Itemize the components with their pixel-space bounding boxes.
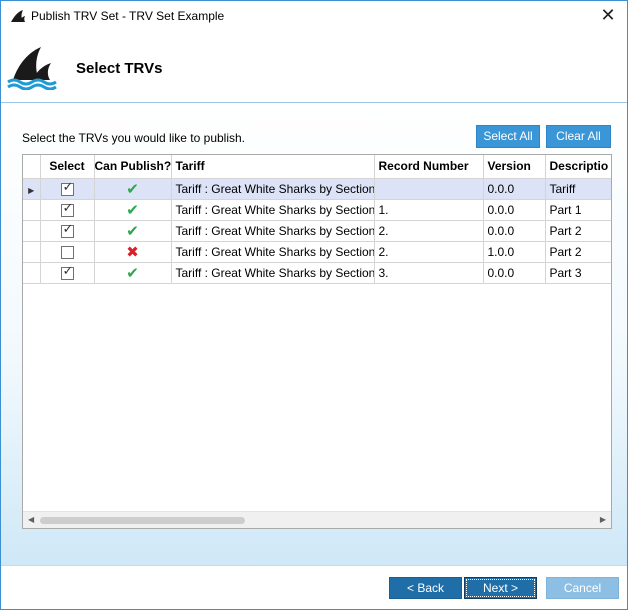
check-icon: ✔ <box>126 263 139 282</box>
row-header[interactable] <box>23 262 41 284</box>
description-cell: Part 2 <box>545 241 611 263</box>
table-row[interactable]: ✓ ✔ Tariff : Great White Sharks by Section… <box>23 262 611 284</box>
version-cell: 0.0.0 <box>483 199 546 221</box>
select-checkbox-cell[interactable]: ✓ <box>40 178 95 200</box>
checkmark-icon: ✓ <box>62 263 74 279</box>
column-header-description[interactable]: Descriptio <box>545 155 611 179</box>
tariff-cell: Tariff : Great White Sharks by Section <box>171 241 375 263</box>
window-title: Publish TRV Set - TRV Set Example <box>31 9 225 23</box>
can-publish-cell: ✔ <box>94 199 172 221</box>
table-row[interactable]: ✓ ✔ Tariff : Great White Sharks by Section… <box>23 199 611 221</box>
description-cell: Part 2 <box>545 220 611 242</box>
row-header[interactable] <box>23 241 41 263</box>
record-number-cell <box>374 178 484 200</box>
publish-trv-dialog: Publish TRV Set - TRV Set Example ✕ Sele… <box>0 0 628 610</box>
column-header-version[interactable]: Version <box>483 155 546 179</box>
current-row-indicator-icon: ▶ <box>28 185 35 195</box>
version-cell: 0.0.0 <box>483 262 546 284</box>
version-cell: 0.0.0 <box>483 220 546 242</box>
row-header[interactable]: ▶ <box>23 178 41 200</box>
can-publish-cell: ✔ <box>94 262 172 284</box>
close-button[interactable]: ✕ <box>597 5 619 27</box>
description-cell: Part 1 <box>545 199 611 221</box>
select-checkbox-cell[interactable] <box>40 241 95 263</box>
checkmark-icon: ✓ <box>62 200 74 216</box>
column-header-tariff[interactable]: Tariff <box>171 155 375 179</box>
next-button[interactable]: Next > <box>464 577 537 599</box>
checkmark-icon: ✓ <box>62 221 74 237</box>
instruction-text: Select the TRVs you would like to publis… <box>22 131 246 145</box>
table-body: ▶ ✓ ✔ Tariff : Great White Sharks by Sectio… <box>23 178 611 284</box>
column-header-can-publish[interactable]: Can Publish? <box>94 155 172 179</box>
record-number-cell: 2. <box>374 241 484 263</box>
select-checkbox-cell[interactable]: ✓ <box>40 220 95 242</box>
record-number-cell: 3. <box>374 262 484 284</box>
cancel-button[interactable]: Cancel <box>546 577 619 599</box>
shark-logo-icon <box>7 47 57 90</box>
row-header-corner <box>23 155 41 179</box>
wizard-footer: < Back Next > Cancel <box>1 565 627 609</box>
check-icon: ✔ <box>126 200 139 219</box>
shark-fin-icon <box>11 10 25 22</box>
column-header-record-number[interactable]: Record Number <box>374 155 484 179</box>
select-checkbox[interactable]: ✓ <box>60 179 74 196</box>
back-button[interactable]: < Back <box>389 577 462 599</box>
column-header-select[interactable]: Select <box>40 155 95 179</box>
select-checkbox[interactable]: ✓ <box>60 263 74 280</box>
trv-table[interactable]: Select Can Publish? Tariff Record Number… <box>22 154 612 529</box>
tariff-cell: Tariff : Great White Sharks by Section <box>171 262 375 284</box>
scroll-left-icon[interactable]: ◀ <box>28 515 34 524</box>
version-cell: 1.0.0 <box>483 241 546 263</box>
select-checkbox-cell[interactable]: ✓ <box>40 199 95 221</box>
record-number-cell: 2. <box>374 220 484 242</box>
description-cell: Part 3 <box>545 262 611 284</box>
description-cell: Tariff <box>545 178 611 200</box>
select-checkbox-cell[interactable]: ✓ <box>40 262 95 284</box>
can-publish-cell: ✔ <box>94 178 172 200</box>
checkmark-icon: ✓ <box>62 179 74 195</box>
scrollbar-thumb[interactable] <box>40 517 245 524</box>
row-header[interactable] <box>23 199 41 221</box>
wizard-header: Select TRVs <box>1 32 627 103</box>
can-publish-cell: ✔ <box>94 220 172 242</box>
tariff-cell: Tariff : Great White Sharks by Section <box>171 199 375 221</box>
select-all-button[interactable]: Select All <box>476 125 540 148</box>
select-checkbox[interactable] <box>60 245 74 259</box>
version-cell: 0.0.0 <box>483 178 546 200</box>
check-icon: ✔ <box>126 179 139 198</box>
check-icon: ✔ <box>126 221 139 240</box>
table-row[interactable]: ▶ ✓ ✔ Tariff : Great White Sharks by Sectio… <box>23 178 611 200</box>
tariff-cell: Tariff : Great White Sharks by Section <box>171 178 375 200</box>
row-header[interactable] <box>23 220 41 242</box>
content-area: Select the TRVs you would like to publis… <box>1 104 627 565</box>
page-title: Select TRVs <box>76 60 163 77</box>
table-row[interactable]: ✖ Tariff : Great White Sharks by Section 2… <box>23 241 611 263</box>
cross-icon: ✖ <box>126 242 139 261</box>
clear-all-button[interactable]: Clear All <box>546 125 611 148</box>
table-header-row: Select Can Publish? Tariff Record Number… <box>23 155 611 179</box>
scroll-right-icon[interactable]: ▶ <box>600 515 606 524</box>
can-publish-cell: ✖ <box>94 241 172 263</box>
title-bar[interactable]: Publish TRV Set - TRV Set Example ✕ <box>1 1 627 32</box>
select-checkbox[interactable]: ✓ <box>60 200 74 217</box>
tariff-cell: Tariff : Great White Sharks by Section <box>171 220 375 242</box>
select-checkbox[interactable]: ✓ <box>60 221 74 238</box>
table-row[interactable]: ✓ ✔ Tariff : Great White Sharks by Section… <box>23 220 611 242</box>
record-number-cell: 1. <box>374 199 484 221</box>
horizontal-scrollbar[interactable]: ◀ ▶ <box>23 511 611 528</box>
